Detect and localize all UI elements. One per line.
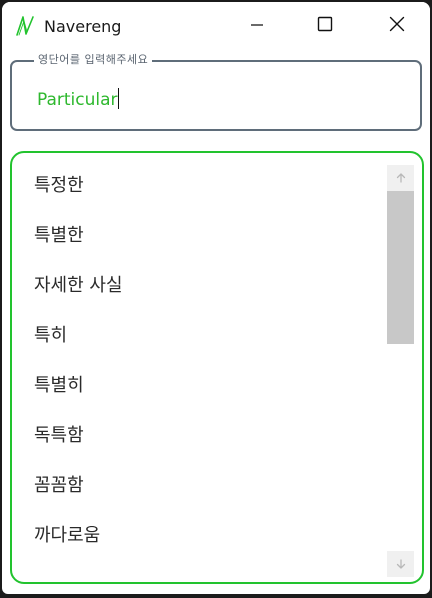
navereng-logo-icon <box>14 14 36 38</box>
list-item[interactable]: 꼼꼼함 <box>34 475 84 497</box>
list-item[interactable]: 자세한 사실 <box>34 275 123 297</box>
scrollbar-thumb[interactable] <box>387 191 414 344</box>
scroll-up-button[interactable] <box>387 165 414 191</box>
list-item[interactable]: 특별히 <box>34 375 84 397</box>
list-item[interactable]: 특정한 <box>34 175 84 197</box>
list-item[interactable]: 특별한 <box>34 225 84 247</box>
minimize-icon <box>250 17 264 36</box>
maximize-icon <box>317 16 333 36</box>
list-item[interactable]: 까다로움 <box>34 525 100 547</box>
scroll-down-button[interactable] <box>387 551 414 577</box>
word-input-group[interactable]: 영단어를 입력해주세요 Particular <box>10 53 422 131</box>
arrow-up-icon <box>395 169 407 188</box>
translation-list[interactable]: 특정한 특별한 자세한 사실 특히 특별히 독특함 꼼꼼함 까다로움 <box>10 151 424 584</box>
window-title: Navereng <box>44 17 122 36</box>
maximize-button[interactable] <box>302 2 348 50</box>
minimize-button[interactable] <box>234 2 280 50</box>
list-item[interactable]: 독특함 <box>34 425 84 447</box>
list-item[interactable]: 특히 <box>34 325 67 347</box>
arrow-down-icon <box>395 555 407 574</box>
word-input[interactable]: Particular <box>37 88 119 111</box>
close-icon <box>389 16 405 36</box>
vertical-scrollbar[interactable] <box>387 165 414 577</box>
app-window: Navereng 영단어를 입력해주세요 Particular 특정한 특별한 … <box>2 2 430 594</box>
close-button[interactable] <box>374 2 420 50</box>
text-caret <box>117 88 119 109</box>
word-input-value: Particular <box>37 90 118 110</box>
title-bar[interactable]: Navereng <box>2 2 430 50</box>
word-input-legend: 영단어를 입력해주세요 <box>34 53 153 67</box>
